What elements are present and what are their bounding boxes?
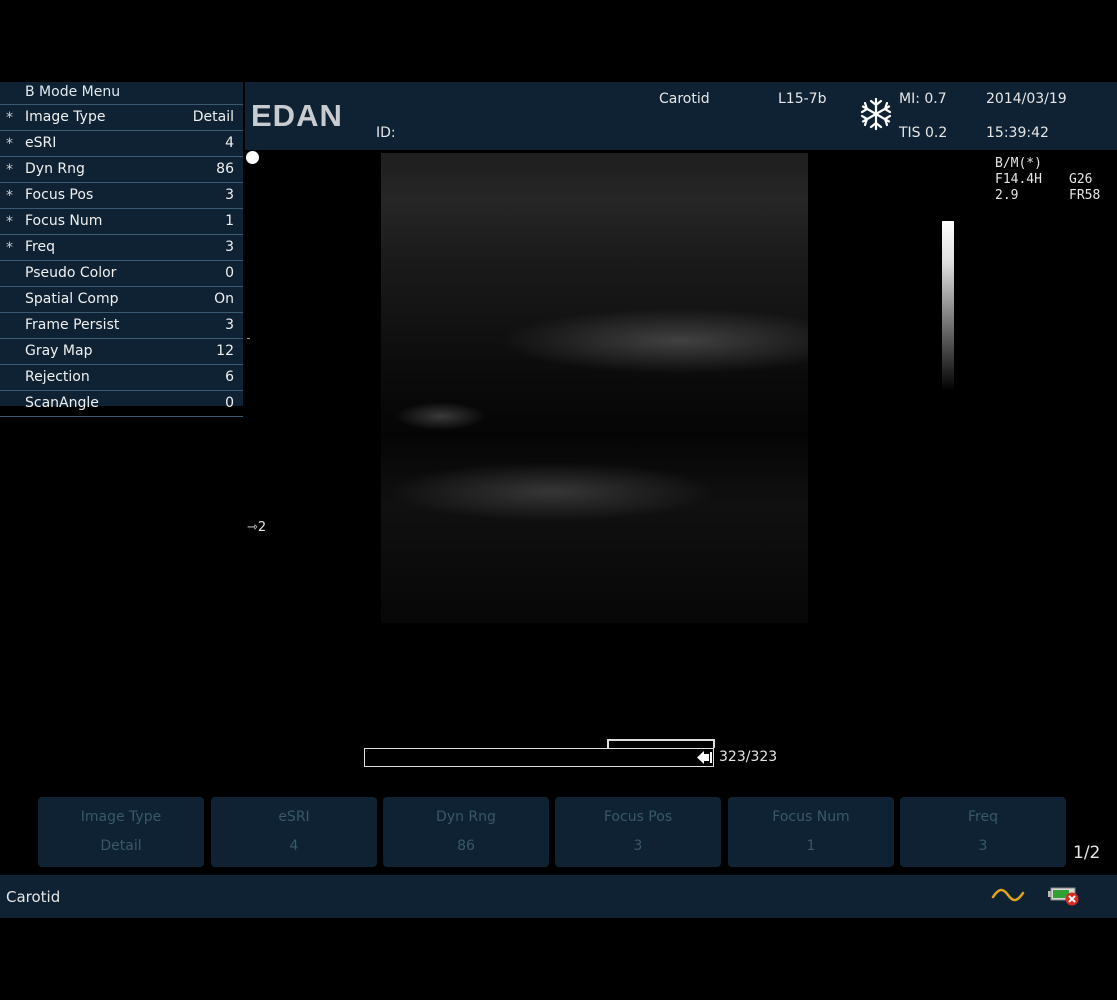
menu-item-gray-map[interactable]: Gray Map 12 <box>0 339 243 365</box>
menu-item-rejection[interactable]: Rejection 6 <box>0 365 243 391</box>
menu-item-value: 0 <box>225 395 234 411</box>
menu-item-value: 86 <box>216 161 234 177</box>
softkey-value: 3 <box>633 838 643 854</box>
focus-marker[interactable]: ⇾2 <box>247 520 266 535</box>
tis-readout: TIS 0.2 <box>899 125 948 141</box>
softkey-esri[interactable]: eSRI 4 <box>211 797 377 867</box>
menu-item-scan-angle[interactable]: ScanAngle 0 <box>0 391 243 417</box>
menu-item-focus-num[interactable]: * Focus Num 1 <box>0 209 243 235</box>
menu-item-spatial-comp[interactable]: Spatial Comp On <box>0 287 243 313</box>
softkey-focus-num[interactable]: Focus Num 1 <box>728 797 894 867</box>
menu-item-value: On <box>214 291 234 307</box>
menu-item-label: Freq <box>25 239 55 255</box>
b-mode-menu: B Mode Menu * Image Type Detail * eSRI 4 * Dy… <box>0 82 243 417</box>
menu-item-value: 3 <box>225 239 234 255</box>
depth-tick <box>247 338 250 339</box>
menu-item-value: 1 <box>225 213 234 229</box>
depth-readout: 2.9 <box>995 188 1019 203</box>
menu-item-label: Rejection <box>25 369 90 385</box>
softkey-name: Focus Pos <box>603 809 673 825</box>
frame-rate-readout: FR58 <box>1069 188 1101 203</box>
menu-item-value: 12 <box>216 343 234 359</box>
cine-bracket <box>607 739 715 748</box>
menu-title: B Mode Menu <box>0 82 243 105</box>
frequency-readout: F14.4H <box>995 172 1042 187</box>
menu-item-label: Pseudo Color <box>25 265 117 281</box>
menu-item-value: 0 <box>225 265 234 281</box>
menu-item-label: Frame Persist <box>25 317 120 333</box>
imaging-mode: B/M(*) <box>995 156 1042 171</box>
modified-star: * <box>6 188 13 204</box>
menu-item-pseudo-color[interactable]: Pseudo Color 0 <box>0 261 243 287</box>
modified-star: * <box>6 110 13 126</box>
menu-item-value: Detail <box>192 109 234 125</box>
menu-item-label: Image Type <box>25 109 106 125</box>
softkey-name: Image Type <box>80 809 162 825</box>
modified-star: * <box>6 214 13 230</box>
softkey-freq[interactable]: Freq 3 <box>900 797 1066 867</box>
probe-name: L15-7b <box>778 91 827 107</box>
menu-item-freq[interactable]: * Freq 3 <box>0 235 243 261</box>
softkey-value: 86 <box>457 838 475 854</box>
menu-item-image-type[interactable]: * Image Type Detail <box>0 105 243 131</box>
arrow-left-icon <box>697 751 712 764</box>
softkey-name: eSRI <box>278 809 310 825</box>
gain-readout: G26 <box>1069 172 1093 187</box>
softkey-image-type[interactable]: Image Type Detail <box>38 797 204 867</box>
menu-item-label: Dyn Rng <box>25 161 85 177</box>
cine-progress-bar[interactable] <box>364 748 714 767</box>
softkey-value: 1 <box>806 838 816 854</box>
softkey-name: Focus Num <box>772 809 850 825</box>
status-exam-name: Carotid <box>6 888 61 906</box>
time: 15:39:42 <box>986 125 1049 141</box>
softkey-value: 3 <box>978 838 988 854</box>
mi-readout: MI: 0.7 <box>899 91 947 107</box>
cine-cursor-icon[interactable] <box>697 750 713 765</box>
softkey-name: Dyn Rng <box>436 809 496 825</box>
cine-bracket-right <box>713 741 715 748</box>
menu-item-value: 3 <box>225 187 234 203</box>
cine-frame-counter: 323/323 <box>719 749 778 765</box>
snowflake-icon <box>859 97 893 135</box>
menu-item-label: ScanAngle <box>25 395 99 411</box>
softkey-focus-pos[interactable]: Focus Pos 3 <box>555 797 721 867</box>
exam-name: Carotid <box>659 91 710 107</box>
menu-item-esri[interactable]: * eSRI 4 <box>0 131 243 157</box>
patient-id-label: ID: <box>376 125 396 141</box>
ac-power-icon <box>991 886 1025 908</box>
softkey-name: Freq <box>968 809 998 825</box>
orientation-marker <box>246 151 259 164</box>
cine-bracket-left <box>607 741 609 748</box>
modified-star: * <box>6 136 13 152</box>
menu-item-focus-pos[interactable]: * Focus Pos 3 <box>0 183 243 209</box>
menu-item-label: Focus Num <box>25 213 103 229</box>
page-indicator[interactable]: 1/2 <box>1073 843 1100 863</box>
softkey-dyn-rng[interactable]: Dyn Rng 86 <box>383 797 549 867</box>
softkey-value: 4 <box>289 838 299 854</box>
menu-item-label: eSRI <box>25 135 57 151</box>
ac-power-glyph <box>991 888 1025 902</box>
softkey-value: Detail <box>100 838 142 854</box>
menu-item-value: 4 <box>225 135 234 151</box>
snowflake-icon-glyph <box>860 97 892 131</box>
date: 2014/03/19 <box>986 91 1067 107</box>
header-bar: EDAN ID: Carotid L15-7b MI: 0.7 TIS 0.2 … <box>245 82 1117 150</box>
menu-item-frame-persist[interactable]: Frame Persist 3 <box>0 313 243 339</box>
menu-item-value: 6 <box>225 369 234 385</box>
gray-scale-bar <box>942 221 954 391</box>
status-bar: Carotid <box>0 875 1117 918</box>
logo: EDAN <box>251 98 343 133</box>
modified-star: * <box>6 162 13 178</box>
ultrasound-image[interactable] <box>381 153 808 623</box>
menu-item-value: 3 <box>225 317 234 333</box>
menu-item-label: Spatial Comp <box>25 291 119 307</box>
menu-item-label: Gray Map <box>25 343 93 359</box>
battery-glyph <box>1048 887 1079 906</box>
battery-error-icon <box>1047 885 1081 911</box>
menu-item-label: Focus Pos <box>25 187 94 203</box>
modified-star: * <box>6 240 13 256</box>
menu-item-dyn-rng[interactable]: * Dyn Rng 86 <box>0 157 243 183</box>
